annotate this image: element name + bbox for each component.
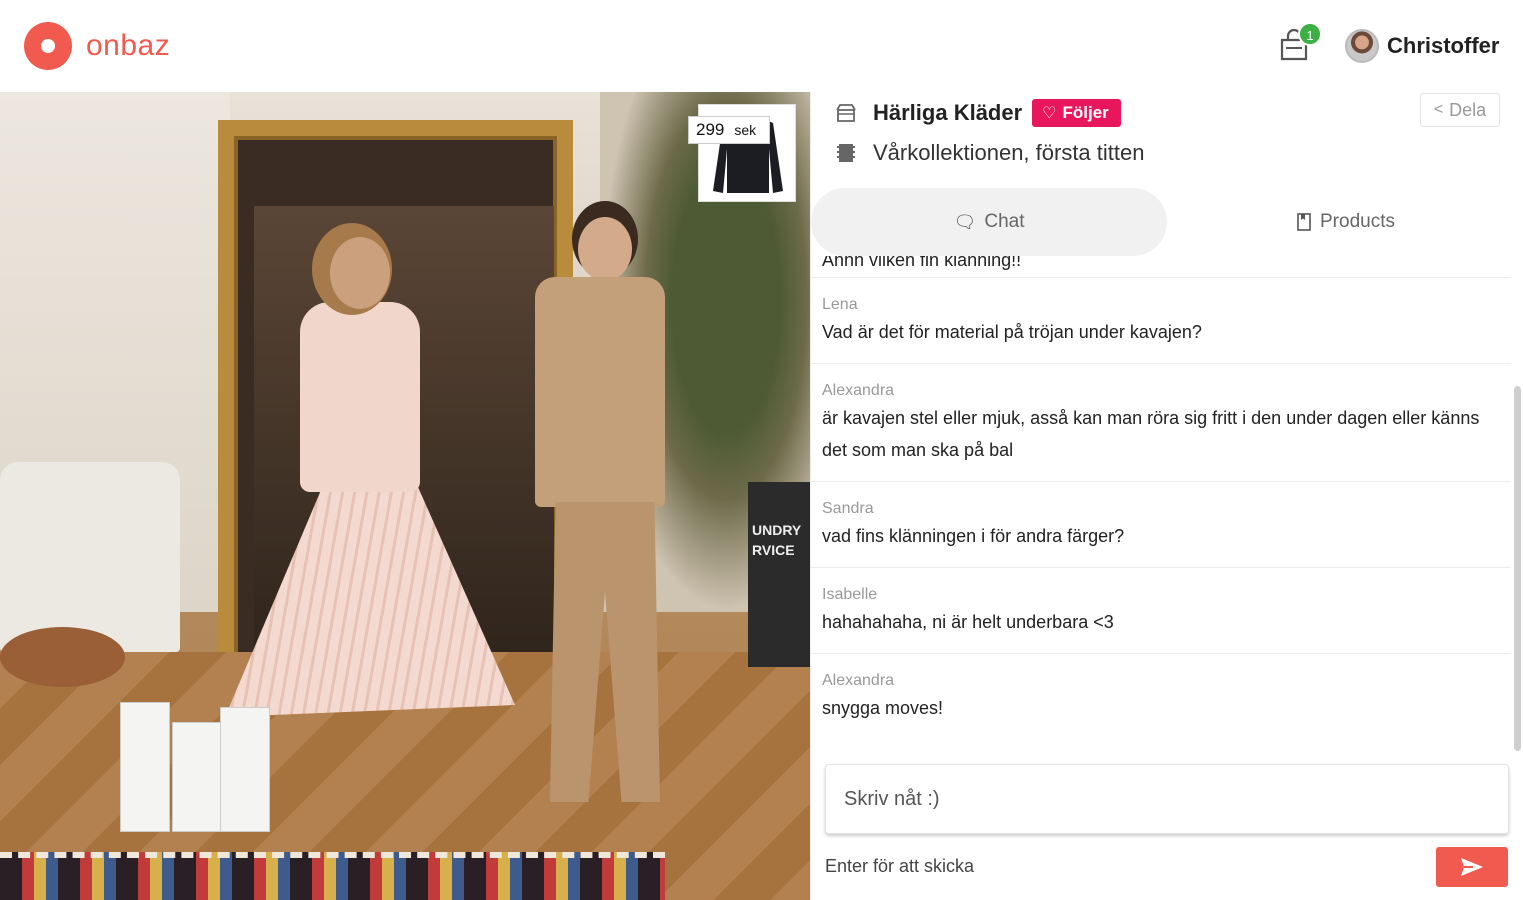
chat-message-text: Vad är det för material på tröjan under … xyxy=(822,322,1202,342)
product-price-tag[interactable]: 299 sek xyxy=(688,116,770,144)
stream-panel: Härliga Kläder ♡ Följer < Dela Vårkollek… xyxy=(810,92,1523,900)
chat-message-author: Alexandra xyxy=(822,672,895,689)
stream-title-row: Vårkollektionen, första titten xyxy=(835,138,1144,168)
cart-button[interactable]: 1 xyxy=(1278,22,1322,64)
logo[interactable]: onbaz xyxy=(24,22,170,70)
top-bar: onbaz 1 Christoffer xyxy=(0,0,1523,92)
video-person-dress xyxy=(215,237,515,757)
chat-scrollbar[interactable] xyxy=(1514,386,1521,751)
chat-bubble-icon: 🗨 xyxy=(953,211,977,232)
chat-message-author: Isabelle xyxy=(822,586,878,603)
store-icon xyxy=(836,104,856,122)
share-label: Dela xyxy=(1449,99,1487,120)
user-menu[interactable]: Christoffer xyxy=(1345,29,1499,63)
send-icon xyxy=(1461,858,1483,876)
user-name: Christoffer xyxy=(1387,33,1500,58)
tab-products-label: Products xyxy=(1320,211,1395,232)
tab-products[interactable]: Products xyxy=(1167,188,1523,256)
video-rug xyxy=(0,852,665,900)
laundry-basket: UNDRY RVICE xyxy=(748,482,810,667)
chat-message: Ahhh vilken fin klänning!! xyxy=(811,256,1511,278)
chat-messages[interactable]: Ahhh vilken fin klänning!! Lena Vad är d… xyxy=(811,256,1511,746)
store-name[interactable]: Härliga Kläder xyxy=(873,100,1022,126)
follow-label: Följer xyxy=(1062,103,1109,122)
avatar xyxy=(1345,29,1379,63)
logo-icon xyxy=(24,22,72,70)
share-button[interactable]: < Dela xyxy=(1420,93,1500,127)
send-button[interactable] xyxy=(1436,847,1508,887)
video-person-suit xyxy=(500,217,690,817)
product-currency: sek xyxy=(734,122,757,138)
chat-message-author: Lena xyxy=(822,296,858,313)
product-price: 299 xyxy=(696,120,725,139)
chat-message-text: Ahhh vilken fin klänning!! xyxy=(822,256,1022,270)
live-video[interactable]: UNDRY RVICE xyxy=(0,92,810,900)
bookmark-icon xyxy=(1297,213,1311,231)
store-row: Härliga Kläder ♡ Följer xyxy=(835,98,1121,128)
tab-chat-label: Chat xyxy=(984,211,1025,232)
tab-chat[interactable]: 🗨 Chat xyxy=(811,188,1167,256)
stream-title: Vårkollektionen, första titten xyxy=(873,140,1145,165)
chat-message-author: Alexandra xyxy=(822,382,895,399)
logo-text: onbaz xyxy=(86,29,171,62)
chat-message-author: Sandra xyxy=(822,500,874,517)
video-sofa xyxy=(0,462,180,652)
video-table xyxy=(0,627,125,687)
cart-count-badge: 1 xyxy=(1298,22,1322,46)
heart-icon: ♡ xyxy=(1042,105,1057,122)
chat-message-text: är kavajen stel eller mjuk, asså kan man… xyxy=(822,408,1480,460)
share-icon: < xyxy=(1433,101,1444,118)
chat-message: Alexandra är kavajen stel eller mjuk, as… xyxy=(811,364,1511,482)
chat-message-text: vad fins klänningen i för andra färger? xyxy=(822,526,1125,546)
film-icon xyxy=(837,144,855,162)
chat-message: Isabelle hahahahaha, ni är helt underbar… xyxy=(811,568,1511,654)
send-hint: Enter för att skicka xyxy=(825,856,975,876)
chat-message-text: snygga moves! xyxy=(822,698,944,718)
chat-message: Sandra vad fins klänningen i för andra f… xyxy=(811,482,1511,568)
chat-message: Lena Vad är det för material på tröjan u… xyxy=(811,278,1511,364)
chat-composer xyxy=(825,764,1509,834)
panel-tabs: 🗨 Chat Products xyxy=(811,188,1523,256)
chat-input[interactable] xyxy=(844,765,1490,833)
chat-message-text: hahahahaha, ni är helt underbara <3 xyxy=(822,612,1114,632)
follow-button[interactable]: ♡ Följer xyxy=(1032,99,1121,127)
video-shopping-bags xyxy=(120,682,270,832)
chat-message: Alexandra snygga moves! xyxy=(811,654,1511,740)
